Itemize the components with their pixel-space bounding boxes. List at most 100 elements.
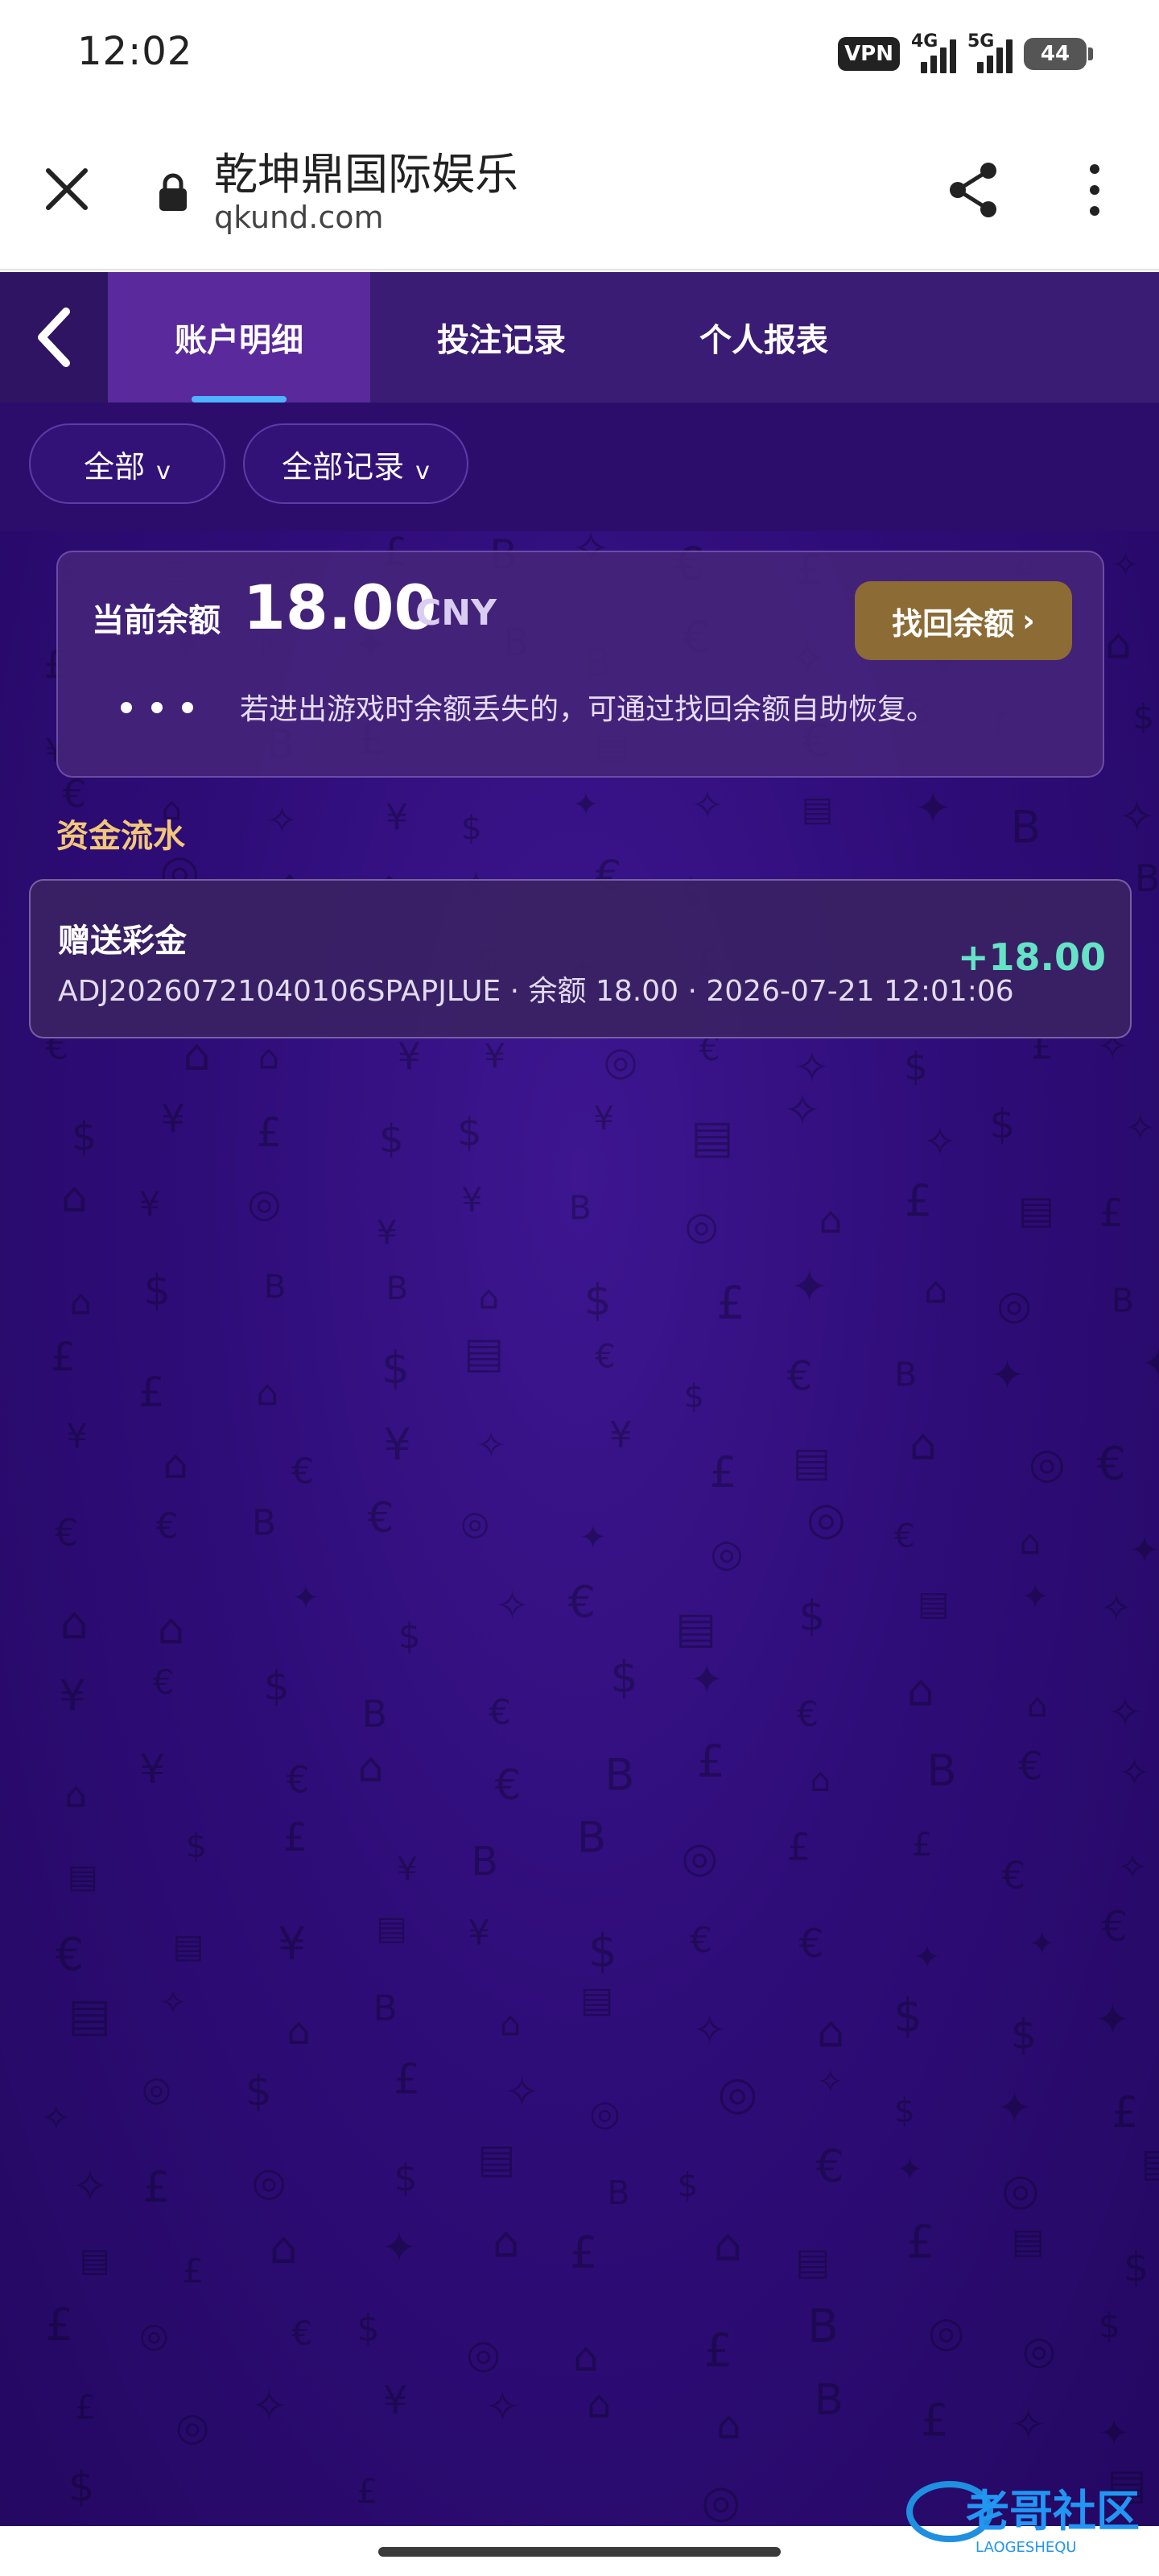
svg-text:▤: ▤: [464, 1329, 504, 1378]
status-icons: VPN 4G 5G 44: [838, 31, 1093, 76]
svg-text:◎: ◎: [996, 1282, 1032, 1328]
svg-text:◎: ◎: [460, 1504, 489, 1542]
svg-text:◎: ◎: [710, 1532, 743, 1576]
svg-text:◎: ◎: [252, 2159, 287, 2205]
svg-text:£: £: [906, 2217, 935, 2269]
svg-text:✧: ✧: [476, 1423, 506, 1466]
svg-text:⌂: ⌂: [924, 1269, 947, 1312]
svg-text:$: $: [989, 1100, 1015, 1148]
page-title: 乾坤鼎国际娱乐: [214, 149, 518, 200]
tab-personal-report[interactable]: 个人报表: [633, 272, 895, 402]
svg-text:$: $: [894, 2091, 915, 2130]
svg-text:✦: ✦: [580, 1518, 607, 1557]
svg-text:£: £: [45, 2299, 73, 2351]
svg-text:✧: ✧: [693, 2007, 727, 2054]
svg-text:⌂: ⌂: [1019, 1523, 1041, 1563]
svg-text:▤: ▤: [675, 1602, 716, 1653]
svg-text:▤: ▤: [376, 1909, 407, 1947]
svg-text:◎: ◎: [139, 2315, 169, 2355]
svg-text:€: €: [287, 1758, 310, 1801]
section-title: 资金流水: [56, 818, 185, 855]
svg-text:£: £: [787, 1825, 810, 1868]
watermark-logo: 老哥社区 LAOGESHEQU: [906, 2481, 1140, 2556]
svg-text:$: $: [72, 1114, 97, 1160]
transaction-amount: +18.00: [957, 935, 1106, 979]
svg-text:£: £: [183, 2252, 204, 2291]
svg-text:✦: ✦: [914, 1938, 941, 1976]
svg-text:¥: ¥: [484, 1036, 505, 1075]
svg-text:✧: ✧: [1010, 2401, 1046, 2450]
svg-text:✧: ✧: [1118, 1847, 1148, 1888]
svg-text:✦: ✦: [1140, 1338, 1159, 1389]
svg-text:£: £: [1099, 1191, 1124, 1236]
balance-currency: CNY: [415, 592, 497, 634]
list-item[interactable]: 赠送彩金 ADJ20260721040106SPAPJLUE · 余额 18.0…: [29, 879, 1132, 1038]
svg-text:$: $: [798, 1592, 825, 1641]
svg-text:⌂: ⌂: [70, 1283, 92, 1323]
svg-text:✦: ✦: [382, 2223, 417, 2273]
svg-text:€: €: [894, 1517, 915, 1555]
type-filter-dropdown[interactable]: 全部 v: [29, 423, 225, 504]
svg-text:£: £: [716, 1278, 745, 1330]
more-options-icon[interactable]: [1070, 158, 1119, 222]
svg-text:B: B: [252, 1502, 276, 1543]
svg-text:✧: ✧: [1125, 1107, 1156, 1150]
close-icon[interactable]: [40, 163, 93, 216]
vpn-badge: VPN: [838, 37, 900, 71]
svg-text:▤: ▤: [793, 1439, 831, 1485]
svg-text:€: €: [815, 2140, 844, 2193]
status-time: 12:02: [77, 29, 193, 74]
svg-text:✦: ✦: [1099, 2411, 1130, 2454]
tab-bar: 账户明细 投注记录 个人报表: [0, 272, 1159, 402]
svg-text:¥: ¥: [139, 1746, 165, 1793]
svg-text:✦: ✦: [572, 786, 600, 824]
tab-account-details[interactable]: 账户明细: [108, 272, 370, 402]
svg-text:✧: ✧: [923, 1119, 957, 1166]
svg-text:£: £: [912, 1827, 932, 1864]
transaction-detail: ADJ20260721040106SPAPJLUE · 余额 18.00 · 2…: [58, 975, 1014, 1008]
type-filter-label: 全部: [84, 448, 146, 485]
svg-text:▤: ▤: [477, 2136, 515, 2182]
svg-text:✧: ✧: [784, 1084, 821, 1136]
svg-text:$: $: [398, 1616, 421, 1657]
svg-text:◎: ◎: [685, 1203, 719, 1249]
svg-text:$: $: [68, 2463, 95, 2512]
svg-text:⌂: ⌂: [493, 2218, 520, 2267]
tab-bet-records[interactable]: 投注记录: [370, 272, 633, 402]
transaction-title: 赠送彩金: [58, 923, 187, 960]
lock-icon: [159, 173, 187, 211]
svg-text:€: €: [568, 1577, 596, 1628]
svg-text:$: $: [904, 1045, 928, 1089]
balance-card: 当前余额 18.00 CNY 找回余额 › 若进出游戏时余额丢失的，可通过找回余…: [56, 551, 1104, 778]
chevron-down-icon: v: [156, 456, 171, 485]
svg-text:▤: ▤: [802, 789, 834, 828]
svg-text:⌂: ⌂: [716, 2403, 740, 2448]
svg-text:£: £: [1112, 2088, 1139, 2137]
svg-text:◎: ◎: [1001, 2164, 1039, 2215]
svg-text:¥: ¥: [383, 2378, 408, 2423]
svg-text:£: £: [921, 2394, 949, 2446]
svg-text:$: $: [1132, 697, 1154, 737]
svg-text:$: $: [461, 808, 482, 847]
url-text[interactable]: qkund.com: [214, 200, 383, 235]
back-button[interactable]: [0, 272, 108, 402]
recover-balance-button[interactable]: 找回余额 ›: [855, 581, 1072, 660]
browser-toolbar: 乾坤鼎国际娱乐 qkund.com: [0, 106, 1159, 270]
svg-text:£: £: [394, 2055, 420, 2103]
home-indicator[interactable]: [378, 2547, 781, 2557]
svg-text:£: £: [283, 1815, 307, 1860]
filter-row: 全部 v 全部记录 v: [0, 402, 1159, 531]
svg-text:▤: ▤: [1018, 1188, 1054, 1233]
svg-text:¥: ¥: [398, 1034, 421, 1078]
svg-text:$: $: [677, 2165, 698, 2204]
svg-text:✦: ✦: [1129, 1529, 1159, 1572]
records-filter-dropdown[interactable]: 全部记录 v: [243, 423, 468, 504]
svg-text:$: $: [1099, 2306, 1120, 2346]
svg-text:⌂: ⌂: [65, 1775, 87, 1815]
svg-text:B: B: [1135, 857, 1159, 900]
share-icon[interactable]: [942, 158, 1006, 222]
svg-text:¥: ¥: [161, 1096, 186, 1141]
svg-text:▤: ▤: [795, 2240, 830, 2283]
svg-text:€: €: [156, 1506, 179, 1547]
svg-text:✧: ✧: [1119, 791, 1155, 842]
